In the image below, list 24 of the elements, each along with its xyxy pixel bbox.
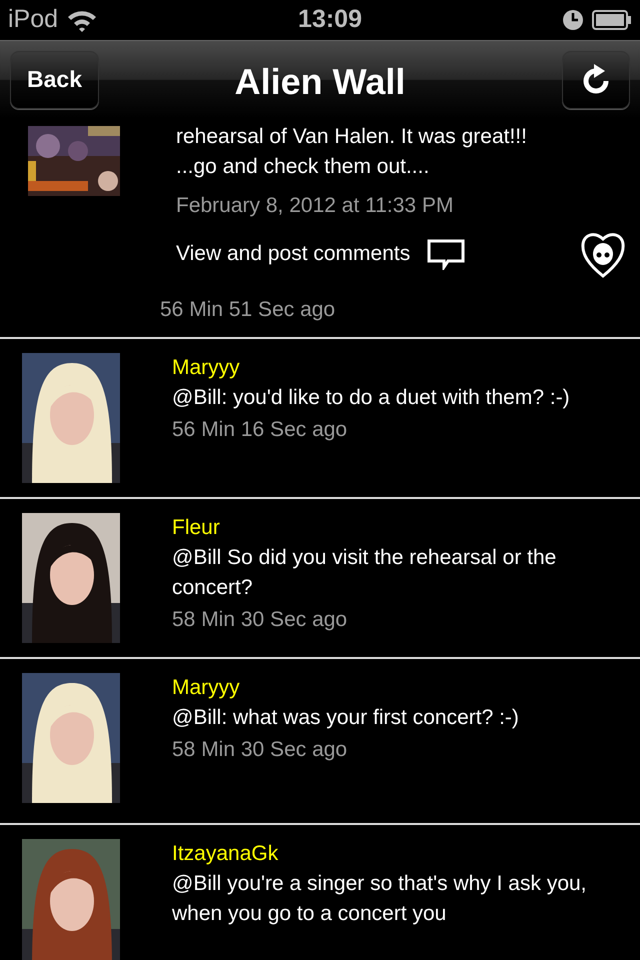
comment-time-ago: 56 Min 16 Sec ago (172, 417, 348, 443)
comments-link[interactable]: View and post comments (176, 238, 410, 268)
comment-text: @Bill: what was your first concert? :-) (172, 705, 520, 731)
page-title: Alien Wall (234, 60, 406, 104)
author-name[interactable]: Fleur (172, 513, 640, 543)
carrier-label: iPod (8, 4, 58, 36)
comment-time-ago: 58 Min 30 Sec ago (172, 737, 348, 763)
comment-text: @Bill: you'd like to do a duet with them? :-) (172, 385, 571, 411)
battery-icon (592, 9, 632, 31)
post-text-line: rehearsal of Van Halen. It was great!!! (176, 124, 528, 150)
back-button[interactable]: Back (10, 50, 99, 108)
post-date: February 8, 2012 at 11:33 PM (176, 193, 454, 219)
post-text-line: ...go and check them out.... (176, 154, 430, 180)
author-name[interactable]: ItzayanaGk (172, 839, 640, 869)
author-name[interactable]: Maryyy (172, 353, 640, 383)
comment-text: @Bill So did you visit the rehearsal or the concert? (172, 545, 558, 601)
comment-text: @Bill you're a singer so that's why I ask you, when you go to a concert you (172, 871, 588, 927)
post-time-ago: 56 Min 51 Sec ago (160, 296, 336, 322)
author-name[interactable]: Maryyy (172, 673, 640, 703)
refresh-button[interactable] (562, 50, 630, 108)
clock-icon (562, 9, 584, 31)
comment-time-ago: 58 Min 30 Sec ago (172, 607, 348, 633)
clock-time: 13:09 (298, 4, 362, 36)
speech-bubble-icon (426, 238, 466, 270)
